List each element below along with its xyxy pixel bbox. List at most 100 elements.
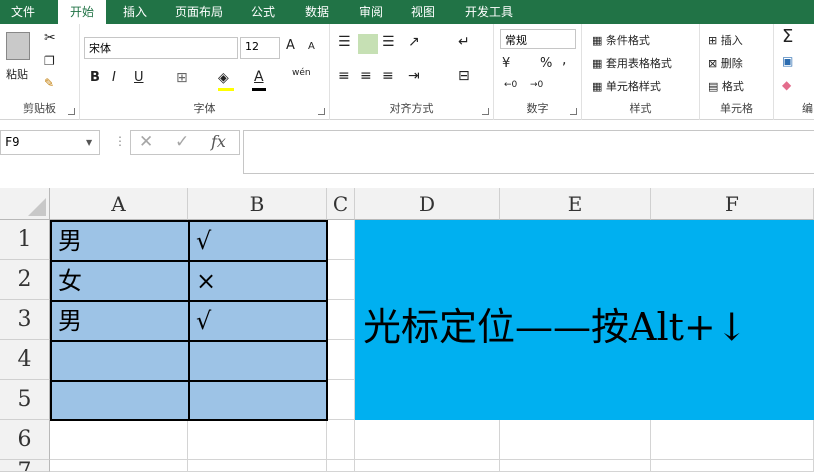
comma-button[interactable]: ,: [562, 52, 566, 68]
number-launcher-icon[interactable]: [570, 108, 577, 115]
orientation-icon[interactable]: ↗: [408, 34, 420, 50]
column-header-d[interactable]: D: [355, 188, 500, 220]
cell-c5[interactable]: [327, 380, 355, 420]
format-painter-icon[interactable]: ✎: [44, 76, 54, 90]
font-name-select[interactable]: 宋体: [84, 37, 238, 59]
column-header-f[interactable]: F: [651, 188, 814, 220]
conditional-format-button[interactable]: ▦ 条件格式: [592, 32, 650, 48]
fill-down-icon[interactable]: ▣: [782, 54, 793, 68]
align-top-icon[interactable]: ☰: [338, 34, 351, 50]
formula-input[interactable]: [243, 130, 814, 174]
merged-cell-d1-f5[interactable]: 光标定位——按Alt+↓: [355, 220, 814, 420]
font-size-select[interactable]: 12: [240, 37, 280, 59]
tab-page-layout[interactable]: 页面布局: [166, 0, 232, 24]
clipboard-launcher-icon[interactable]: [68, 108, 75, 115]
enter-icon[interactable]: ✓: [175, 132, 189, 152]
cut-icon[interactable]: ✂: [44, 30, 56, 46]
tab-review[interactable]: 审阅: [348, 0, 394, 24]
fill-color-icon[interactable]: ◈: [218, 70, 229, 86]
name-box-dropdown-icon[interactable]: ▼: [86, 138, 92, 147]
font-grow-button[interactable]: A: [286, 38, 295, 53]
row-header-2[interactable]: 2: [0, 260, 50, 300]
wrap-text-icon[interactable]: ↵: [458, 34, 470, 50]
cell-b1[interactable]: √: [190, 222, 326, 260]
percent-button[interactable]: %: [540, 56, 552, 71]
number-format-select[interactable]: 常规: [500, 29, 576, 49]
align-right-icon[interactable]: ≡: [382, 68, 394, 84]
cell-a5[interactable]: [52, 382, 188, 419]
row-header-4[interactable]: 4: [0, 340, 50, 380]
cell-c2[interactable]: [327, 260, 355, 300]
cell-e7[interactable]: [500, 460, 651, 472]
alignment-launcher-icon[interactable]: [482, 108, 489, 115]
cell-a6[interactable]: [50, 420, 188, 460]
column-header-a[interactable]: A: [50, 188, 188, 220]
insert-function-icon[interactable]: fx: [211, 132, 226, 151]
cell-d6[interactable]: [355, 420, 500, 460]
font-shrink-button[interactable]: A: [308, 41, 315, 52]
row-header-3[interactable]: 3: [0, 300, 50, 340]
tab-insert[interactable]: 插入: [112, 0, 158, 24]
cell-d7[interactable]: [355, 460, 500, 472]
cell-e6[interactable]: [500, 420, 651, 460]
cell-b4[interactable]: [190, 342, 326, 380]
cell-b5[interactable]: [190, 382, 326, 419]
autosum-icon[interactable]: Σ: [782, 26, 793, 47]
border-icon[interactable]: ⊞: [176, 70, 188, 86]
column-header-e[interactable]: E: [500, 188, 651, 220]
insert-cells-button[interactable]: ⊞ 插入: [708, 32, 743, 48]
align-center-icon[interactable]: ≡: [360, 68, 372, 84]
align-left-icon[interactable]: ≡: [338, 68, 350, 84]
cell-b7[interactable]: [188, 460, 327, 472]
cell-c7[interactable]: [327, 460, 355, 472]
cell-c3[interactable]: [327, 300, 355, 340]
tab-data[interactable]: 数据: [294, 0, 340, 24]
cell-b2[interactable]: ×: [190, 262, 326, 300]
name-box[interactable]: F9: [0, 130, 100, 155]
select-all-button[interactable]: [0, 188, 50, 220]
paste-button[interactable]: 粘贴: [6, 66, 28, 82]
paste-icon[interactable]: [6, 32, 30, 60]
tab-file[interactable]: 文件: [0, 0, 46, 24]
cancel-icon[interactable]: ✕: [139, 132, 153, 152]
underline-button[interactable]: U: [134, 70, 144, 85]
row-header-1[interactable]: 1: [0, 220, 50, 260]
bold-button[interactable]: B: [90, 70, 100, 85]
column-header-c[interactable]: C: [327, 188, 355, 220]
cell-b6[interactable]: [188, 420, 327, 460]
clear-icon[interactable]: ◆: [782, 78, 791, 92]
cell-a2[interactable]: 女: [52, 262, 188, 300]
currency-icon[interactable]: ¥: [502, 56, 510, 71]
row-header-5[interactable]: 5: [0, 380, 50, 420]
tab-home[interactable]: 开始: [58, 0, 106, 25]
tab-formulas[interactable]: 公式: [240, 0, 286, 24]
merge-center-icon[interactable]: ⊟: [458, 68, 470, 84]
cell-c1[interactable]: [327, 220, 355, 260]
row-header-6[interactable]: 6: [0, 420, 50, 460]
decrease-decimal-icon[interactable]: →0: [530, 80, 543, 90]
align-middle-icon[interactable]: [358, 34, 378, 54]
cell-f7[interactable]: [651, 460, 814, 472]
increase-decimal-icon[interactable]: ←0: [504, 80, 517, 90]
cell-f6[interactable]: [651, 420, 814, 460]
cell-c4[interactable]: [327, 340, 355, 380]
font-launcher-icon[interactable]: [318, 108, 325, 115]
tab-developer[interactable]: 开发工具: [458, 0, 520, 24]
cell-a4[interactable]: [52, 342, 188, 380]
tab-view[interactable]: 视图: [400, 0, 446, 24]
align-bottom-icon[interactable]: ☰: [382, 34, 395, 50]
cell-styles-button[interactable]: ▦ 单元格样式: [592, 78, 661, 94]
column-header-b[interactable]: B: [188, 188, 327, 220]
cell-c6[interactable]: [327, 420, 355, 460]
delete-cells-button[interactable]: ⊠ 删除: [708, 55, 743, 71]
phonetic-button[interactable]: wén: [292, 68, 311, 78]
cell-a3[interactable]: 男: [52, 302, 188, 340]
copy-icon[interactable]: ❐: [44, 54, 55, 68]
cell-b3[interactable]: √: [190, 302, 326, 340]
format-as-table-button[interactable]: ▦ 套用表格格式: [592, 55, 672, 71]
font-color-icon[interactable]: A: [254, 69, 264, 85]
cell-a7[interactable]: [50, 460, 188, 472]
format-cells-button[interactable]: ▤ 格式: [708, 78, 744, 94]
cell-a1[interactable]: 男: [52, 222, 188, 260]
row-header-7[interactable]: 7: [0, 460, 50, 472]
